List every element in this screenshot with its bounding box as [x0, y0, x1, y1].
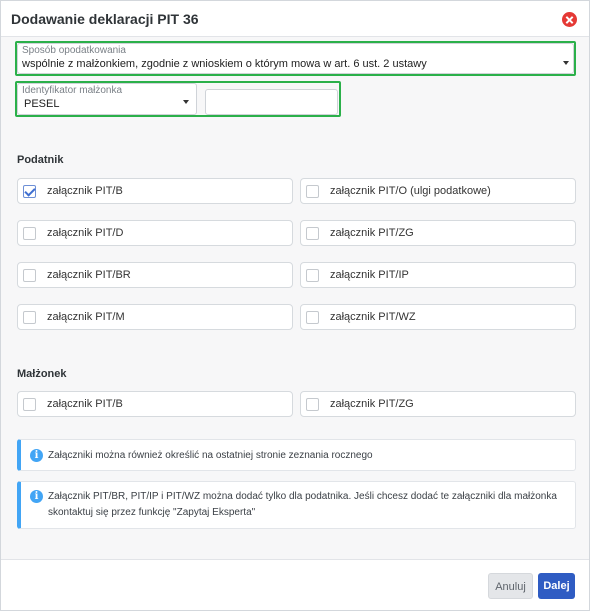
info-note-attachments: i Załączniki można również określić na o…	[17, 439, 576, 471]
checkbox-label: załącznik PIT/ZG	[330, 398, 414, 410]
spouse-id-number-input[interactable]	[205, 89, 338, 115]
info-icon: i	[30, 490, 43, 503]
dialog-footer: Anuluj Dalej	[1, 559, 589, 610]
checkbox-label: załącznik PIT/B	[47, 185, 123, 197]
checkbox-icon	[306, 185, 319, 198]
checkbox-icon	[23, 398, 36, 411]
tax-method-select[interactable]: Sposób opodatkowania wspólnie z małżonki…	[17, 43, 574, 74]
spouse-id-type-select[interactable]: Identyfikator małżonka PESEL	[17, 83, 197, 115]
checkbox-label: załącznik PIT/ZG	[330, 227, 414, 239]
taxpayer-pit-ip-checkbox[interactable]: załącznik PIT/IP	[300, 262, 576, 288]
info-note-spouse-limit: i Załącznik PIT/BR, PIT/IP i PIT/WZ możn…	[17, 481, 576, 529]
checkbox-label: załącznik PIT/B	[47, 398, 123, 410]
dialog-title: Dodawanie deklaracji PIT 36	[11, 11, 199, 27]
chevron-down-icon	[563, 61, 569, 65]
checkbox-label: załącznik PIT/O (ulgi podatkowe)	[330, 185, 491, 197]
spouse-id-label: Identyfikator małżonka	[22, 85, 123, 96]
checkbox-icon	[306, 269, 319, 282]
checkbox-label: załącznik PIT/IP	[330, 269, 409, 281]
checkbox-icon	[306, 398, 319, 411]
taxpayer-pit-o-checkbox[interactable]: załącznik PIT/O (ulgi podatkowe)	[300, 178, 576, 204]
checkbox-icon	[23, 269, 36, 282]
checkbox-icon	[23, 311, 36, 324]
checkbox-icon	[306, 311, 319, 324]
taxpayer-pit-m-checkbox[interactable]: załącznik PIT/M	[17, 304, 293, 330]
spouse-pit-zg-checkbox[interactable]: załącznik PIT/ZG	[300, 391, 576, 417]
dialog-header: Dodawanie deklaracji PIT 36	[1, 1, 589, 37]
info-icon: i	[30, 449, 43, 462]
checkbox-label: załącznik PIT/WZ	[330, 311, 416, 323]
taxpayer-pit-d-checkbox[interactable]: załącznik PIT/D	[17, 220, 293, 246]
info-note-text-line2: skontaktuj się przez funkcję "Zapytaj Ek…	[48, 507, 256, 518]
checkbox-label: załącznik PIT/D	[47, 227, 124, 239]
next-button[interactable]: Dalej	[538, 573, 575, 599]
close-icon[interactable]	[562, 12, 577, 27]
spouse-section-title: Małżonek	[17, 368, 67, 380]
pit36-dialog: Dodawanie deklaracji PIT 36 Sposób opoda…	[0, 0, 590, 611]
checkbox-label: załącznik PIT/M	[47, 311, 125, 323]
spouse-id-type-value: PESEL	[24, 98, 60, 110]
spouse-pit-b-checkbox[interactable]: załącznik PIT/B	[17, 391, 293, 417]
tax-method-value: wspólnie z małżonkiem, zgodnie z wnioski…	[22, 58, 427, 70]
checkbox-icon	[23, 227, 36, 240]
info-note-text: Załączniki można również określić na ost…	[48, 450, 373, 461]
tax-method-label: Sposób opodatkowania	[22, 45, 126, 56]
cancel-button[interactable]: Anuluj	[488, 573, 533, 599]
taxpayer-pit-br-checkbox[interactable]: załącznik PIT/BR	[17, 262, 293, 288]
taxpayer-section-title: Podatnik	[17, 154, 64, 166]
checkbox-icon	[306, 227, 319, 240]
checkbox-label: załącznik PIT/BR	[47, 269, 131, 281]
taxpayer-pit-zg-checkbox[interactable]: załącznik PIT/ZG	[300, 220, 576, 246]
checkbox-checked-icon	[23, 185, 36, 198]
taxpayer-pit-b-checkbox[interactable]: załącznik PIT/B	[17, 178, 293, 204]
taxpayer-pit-wz-checkbox[interactable]: załącznik PIT/WZ	[300, 304, 576, 330]
chevron-down-icon	[183, 100, 189, 104]
info-note-text-line1: Załącznik PIT/BR, PIT/IP i PIT/WZ można …	[48, 491, 557, 502]
